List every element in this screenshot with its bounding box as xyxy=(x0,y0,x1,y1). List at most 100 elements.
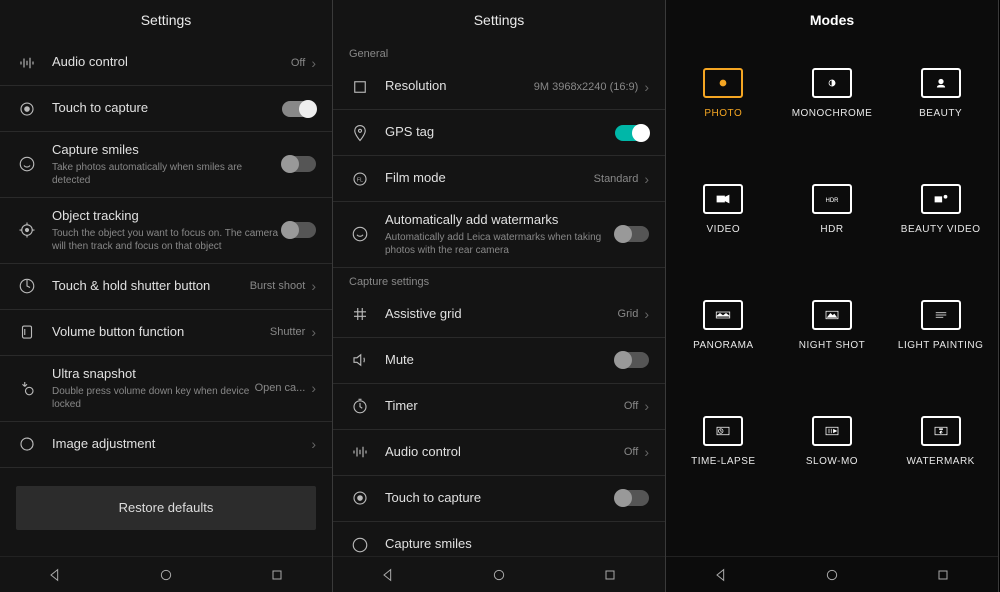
light-painting-icon xyxy=(921,300,961,330)
nav-back[interactable] xyxy=(377,564,399,586)
toggle[interactable] xyxy=(615,226,649,242)
row-touch-to-capture[interactable]: Touch to capture xyxy=(0,86,332,132)
video-icon xyxy=(703,184,743,214)
snapshot-icon xyxy=(16,377,38,399)
camera-icon xyxy=(812,68,852,98)
nav-home[interactable] xyxy=(155,564,177,586)
system-navbar xyxy=(0,556,332,592)
mode-beauty[interactable]: BEAUTY xyxy=(889,60,992,170)
toggle[interactable] xyxy=(282,156,316,172)
row-audio-control[interactable]: Audio control Off › xyxy=(0,40,332,86)
row-assistive-grid[interactable]: Assistive grid Grid › xyxy=(333,292,665,338)
toggle[interactable] xyxy=(282,222,316,238)
chevron-right-icon: › xyxy=(311,436,316,452)
toggle[interactable] xyxy=(615,352,649,368)
row-object-tracking[interactable]: Object tracking Touch the object you wan… xyxy=(0,198,332,264)
mode-photo[interactable]: PHOTO xyxy=(672,60,775,170)
beauty-icon xyxy=(921,68,961,98)
resolution-icon xyxy=(349,76,371,98)
settings-list: Audio control Off › Touch to capture Cap… xyxy=(0,40,332,556)
title-bar: Settings xyxy=(0,0,332,40)
system-navbar xyxy=(666,556,998,592)
mode-beauty-video[interactable]: BEAUTY VIDEO xyxy=(889,176,992,286)
row-capture-smiles-2[interactable]: Capture smiles xyxy=(333,522,665,556)
mode-monochrome[interactable]: MONOCHROME xyxy=(781,60,884,170)
restore-defaults-button[interactable]: Restore defaults xyxy=(16,486,316,530)
audio-icon xyxy=(16,52,38,74)
mute-icon xyxy=(349,349,371,371)
row-watermarks[interactable]: Automatically add watermarks Automatical… xyxy=(333,202,665,268)
panorama-icon xyxy=(703,300,743,330)
row-gps-tag[interactable]: GPS tag xyxy=(333,110,665,156)
svg-text:HDR: HDR xyxy=(825,198,839,204)
mode-time-lapse[interactable]: TIME-LAPSE xyxy=(672,408,775,518)
mode-light-painting[interactable]: LIGHT PAINTING xyxy=(889,292,992,402)
camera-icon xyxy=(703,68,743,98)
section-capture: Capture settings xyxy=(333,268,665,292)
chevron-right-icon: › xyxy=(644,79,649,95)
nav-home[interactable] xyxy=(488,564,510,586)
svg-text:FL: FL xyxy=(357,177,363,183)
chevron-right-icon: › xyxy=(311,324,316,340)
gps-icon xyxy=(349,122,371,144)
title: Settings xyxy=(141,12,192,28)
title-bar: Settings xyxy=(333,0,665,40)
modes-panel: Modes PHOTO MONOCHROME BEAUTY VIDEO HDR xyxy=(666,0,999,592)
toggle[interactable] xyxy=(282,101,316,117)
hdr-icon: HDR xyxy=(812,184,852,214)
chevron-right-icon: › xyxy=(644,444,649,460)
row-volume-button[interactable]: Volume button function Shutter › xyxy=(0,310,332,356)
smile-icon xyxy=(349,534,371,556)
film-icon: FL xyxy=(349,168,371,190)
audio-icon xyxy=(349,441,371,463)
mode-panorama[interactable]: PANORAMA xyxy=(672,292,775,402)
mode-hdr[interactable]: HDR HDR xyxy=(781,176,884,286)
chevron-right-icon: › xyxy=(644,398,649,414)
title: Settings xyxy=(474,12,525,28)
chevron-right-icon: › xyxy=(311,278,316,294)
modes-grid-container: PHOTO MONOCHROME BEAUTY VIDEO HDR HDR BE… xyxy=(666,40,998,556)
touch-icon xyxy=(349,487,371,509)
toggle[interactable] xyxy=(615,490,649,506)
beauty-video-icon xyxy=(921,184,961,214)
row-ultra-snapshot[interactable]: Ultra snapshot Double press volume down … xyxy=(0,356,332,422)
row-mute[interactable]: Mute xyxy=(333,338,665,384)
row-touch-hold-shutter[interactable]: Touch & hold shutter button Burst shoot … xyxy=(0,264,332,310)
slowmo-icon xyxy=(812,416,852,446)
mode-slow-mo[interactable]: SLOW-MO xyxy=(781,408,884,518)
target-icon xyxy=(16,219,38,241)
mode-watermark[interactable]: WATERMARK xyxy=(889,408,992,518)
title: Modes xyxy=(810,12,854,28)
watermark-icon xyxy=(349,223,371,245)
nav-recent[interactable] xyxy=(932,564,954,586)
nav-recent[interactable] xyxy=(266,564,288,586)
mode-night-shot[interactable]: NIGHT SHOT xyxy=(781,292,884,402)
mode-video[interactable]: VIDEO xyxy=(672,176,775,286)
nav-back[interactable] xyxy=(710,564,732,586)
row-film-mode[interactable]: FL Film mode Standard › xyxy=(333,156,665,202)
chevron-right-icon: › xyxy=(311,380,316,396)
toggle[interactable] xyxy=(615,125,649,141)
smile-icon xyxy=(16,153,38,175)
row-resolution[interactable]: Resolution 9M 3968x2240 (16:9) › xyxy=(333,64,665,110)
row-touch-capture-2[interactable]: Touch to capture xyxy=(333,476,665,522)
row-capture-smiles[interactable]: Capture smiles Take photos automatically… xyxy=(0,132,332,198)
settings-panel-2: Settings General Resolution 9M 3968x2240… xyxy=(333,0,666,592)
nav-back[interactable] xyxy=(44,564,66,586)
chevron-right-icon: › xyxy=(644,306,649,322)
hold-icon xyxy=(16,275,38,297)
chevron-right-icon: › xyxy=(311,55,316,71)
nav-recent[interactable] xyxy=(599,564,621,586)
row-audio-control-2[interactable]: Audio control Off › xyxy=(333,430,665,476)
timelapse-icon xyxy=(703,416,743,446)
row-image-adjustment[interactable]: Image adjustment › xyxy=(0,422,332,468)
title-bar: Modes xyxy=(666,0,998,40)
row-timer[interactable]: Timer Off › xyxy=(333,384,665,430)
watermark-mode-icon xyxy=(921,416,961,446)
nav-home[interactable] xyxy=(821,564,843,586)
volume-icon xyxy=(16,321,38,343)
touch-icon xyxy=(16,98,38,120)
adjustment-icon xyxy=(16,433,38,455)
settings-list: General Resolution 9M 3968x2240 (16:9) ›… xyxy=(333,40,665,556)
system-navbar xyxy=(333,556,665,592)
